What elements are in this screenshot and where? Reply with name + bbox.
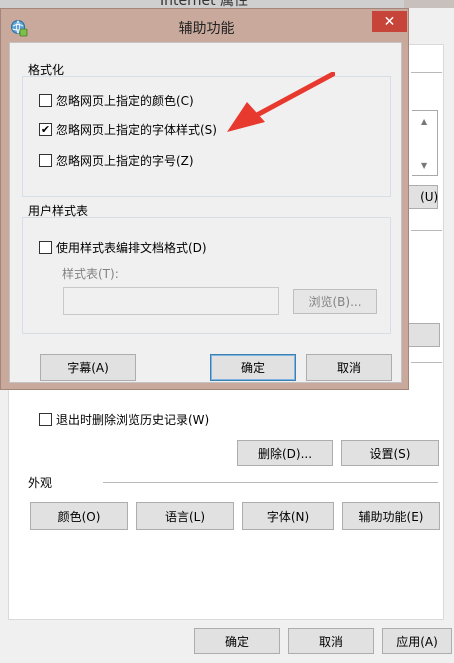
ignore-font-sizes-label: 忽略网页上指定的字号(Z) <box>56 154 194 168</box>
ignore-font-sizes-checkbox[interactable] <box>39 154 52 167</box>
checkmark-icon: ✔ <box>40 123 51 136</box>
colors-button[interactable]: 颜色(O) <box>30 502 128 530</box>
dialog-close-button[interactable]: ✕ <box>372 11 407 32</box>
cancel-button[interactable]: 取消 <box>288 628 374 654</box>
scroll-down-icon[interactable]: ▼ <box>421 161 427 170</box>
appearance-divider <box>103 482 438 483</box>
dialog-cancel-button[interactable]: 取消 <box>306 354 392 381</box>
divider <box>411 230 442 231</box>
divider <box>411 362 442 363</box>
homepage-listbox[interactable]: ▲ ▼ <box>412 110 438 176</box>
scroll-up-icon[interactable]: ▲ <box>421 117 427 126</box>
dialog-title: 辅助功能 <box>178 21 235 37</box>
stylesheet-field-label: 样式表(T): <box>62 267 119 281</box>
ignore-colors-label: 忽略网页上指定的颜色(C) <box>56 94 194 108</box>
ignore-font-styles-checkbox[interactable]: ✔ <box>39 123 52 136</box>
ok-button[interactable]: 确定 <box>194 628 280 654</box>
history-settings-button[interactable]: 设置(S) <box>341 440 439 466</box>
dialog-body: 格式化 忽略网页上指定的颜色(C) ✔ 忽略网页上指定的字体样式(S) 忽略网页… <box>9 42 402 383</box>
internet-options-close-button[interactable] <box>404 0 454 8</box>
stylesheet-path-input[interactable] <box>63 287 279 315</box>
ignore-font-styles-label: 忽略网页上指定的字体样式(S) <box>56 123 217 137</box>
apply-button[interactable]: 应用(A) <box>382 628 452 654</box>
user-stylesheet-group-title: 用户样式表 <box>28 204 89 218</box>
languages-button[interactable]: 语言(L) <box>136 502 234 530</box>
close-icon: ✕ <box>383 13 396 30</box>
dialog-ok-button[interactable]: 确定 <box>210 354 296 381</box>
accessibility-button[interactable]: 辅助功能(E) <box>342 502 440 530</box>
fonts-button[interactable]: 字体(N) <box>242 502 334 530</box>
divider <box>411 72 442 73</box>
use-stylesheet-checkbox[interactable] <box>39 241 52 254</box>
formatting-group-title: 格式化 <box>28 63 65 77</box>
annotation-arrow-icon <box>227 72 335 132</box>
captions-button[interactable]: 字幕(A) <box>40 354 136 381</box>
ignore-colors-checkbox[interactable] <box>39 94 52 107</box>
dialog-titlebar: 辅助功能 ✕ <box>2 10 409 42</box>
delete-history-on-exit-label: 退出时删除浏览历史记录(W) <box>56 413 210 427</box>
use-stylesheet-label: 使用样式表编排文档格式(D) <box>56 241 207 255</box>
appearance-section-title: 外观 <box>28 476 53 490</box>
delete-history-on-exit-checkbox[interactable] <box>39 413 52 426</box>
accessibility-dialog: 辅助功能 ✕ 格式化 忽略网页上指定的颜色(C) ✔ 忽略网页上指定的字体样式(… <box>0 8 409 390</box>
browse-button[interactable]: 浏览(B)... <box>293 289 377 314</box>
delete-history-button[interactable]: 删除(D)... <box>237 440 333 466</box>
